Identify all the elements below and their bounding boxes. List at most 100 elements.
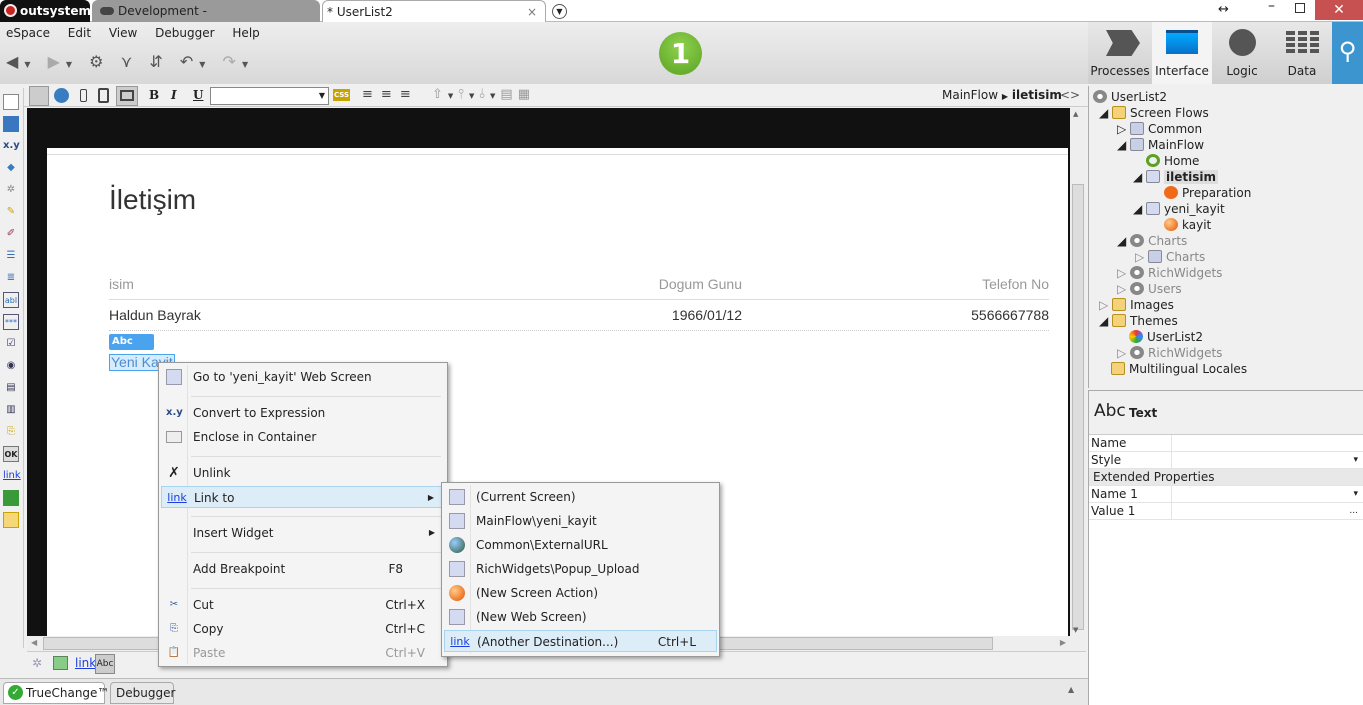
menu-item-copy[interactable]: ⎘ Copy Ctrl+C [161,618,445,640]
tree-node[interactable]: ◢ Screen Flows [1099,105,1209,121]
tree-node[interactable]: UserList2 [1129,329,1203,345]
list-records-widget-icon[interactable]: ☰ [3,248,19,264]
menu-item-add-breakpoint[interactable]: Add Breakpoint F8 [161,558,445,580]
back-dropdown-icon[interactable]: ▼ [24,60,36,69]
table-records-widget-icon[interactable] [3,116,19,132]
css-button[interactable]: CSS [333,89,350,101]
menu-item-enclose-in-container[interactable]: Enclose in Container [161,426,445,448]
menu-item-convert-to-expression[interactable]: x.y Convert to Expression [161,402,445,424]
submenu-item[interactable]: (New Screen Action) [444,582,717,604]
input-widget-icon[interactable]: abl [3,292,19,308]
tab-logic[interactable]: Logic [1212,22,1272,84]
property-row[interactable]: Name [1089,435,1363,452]
tree-node[interactable]: ▷ Users [1117,281,1182,297]
comment-widget-icon[interactable] [3,512,19,528]
container-widget-icon[interactable] [3,94,19,110]
minimize-button[interactable]: – [1268,0,1275,14]
table-icon[interactable]: ▦ [518,87,535,102]
tab-truechange[interactable]: ✓ TrueChange™ [3,682,109,704]
menu-item-unlink[interactable]: ✗ Unlink [161,462,445,484]
resize-icon[interactable]: ↔ [1218,2,1229,17]
tab-development[interactable]: Development - boa.outsystemscl... [92,0,320,40]
tab-userlist2[interactable]: * UserList2 × [322,0,546,22]
bold-button[interactable]: B [149,88,159,102]
combo-widget-icon[interactable]: ▤ [3,380,19,396]
tab-processes[interactable]: Processes [1090,22,1150,84]
brand-tab[interactable]: outsystems [0,0,98,22]
move-up-icon[interactable]: ⇧ [432,87,448,102]
submenu-item[interactable]: Common\ExternalURL [444,534,717,556]
menu-edit[interactable]: Edit [68,26,91,40]
input-password-widget-icon[interactable]: *** [3,314,19,330]
property-row[interactable]: Style ▾ [1089,452,1363,469]
menu-help[interactable]: Help [232,26,259,40]
merge-icon[interactable]: ⋎ [121,52,139,71]
italic-button[interactable]: I [171,88,177,102]
button-widget-icon[interactable]: OK [3,446,19,462]
merge-cells-icon[interactable]: ▤ [500,87,517,102]
submenu-item[interactable]: (New Web Screen) [444,606,717,628]
brush-widget-icon[interactable]: ✐ [3,226,19,242]
preview-globe-icon[interactable] [54,88,69,103]
menu-item-insert-widget[interactable]: Insert Widget ▶ [161,522,445,544]
tree-node[interactable]: ▷ Charts [1135,249,1205,265]
checkbox-widget-icon[interactable]: ☑ [3,336,19,352]
redo-dropdown-icon[interactable]: ▼ [242,60,254,69]
tree-node[interactable]: ◢ Themes [1099,313,1178,329]
undo-icon[interactable]: ↶ [180,52,199,71]
tree-node-selected[interactable]: ◢ iletisim [1133,169,1219,185]
submenu-item[interactable]: (Current Screen) [444,486,717,508]
redo-icon[interactable]: ↷ [223,52,242,71]
expression-widget-icon[interactable]: x.y [3,138,20,154]
breadcrumb-flow[interactable]: MainFlow [942,88,998,102]
tab-list-chevron-icon[interactable]: ▼ [552,4,567,19]
tree-node[interactable]: ▷ RichWidgets [1117,345,1222,361]
insert-column-icon[interactable]: ⫯ [458,87,469,102]
tree-node[interactable]: ▷ RichWidgets [1117,265,1222,281]
close-window-button[interactable]: ✕ [1315,0,1363,20]
tab-data[interactable]: Data [1272,22,1332,84]
insert-row-icon[interactable]: ⫰ [479,87,490,102]
link-widget-icon[interactable]: link [3,468,21,484]
tab-interface[interactable]: Interface [1152,22,1212,84]
maximize-button[interactable] [1295,3,1305,13]
tree-node[interactable]: UserList2 [1093,89,1167,105]
web-screen-icon[interactable]: ✲ [32,656,42,670]
collapse-panel-icon[interactable]: ▲ [1068,685,1074,694]
form-icon[interactable] [53,656,68,670]
desktop-icon[interactable] [116,86,138,106]
submenu-item[interactable]: MainFlow\yeni_kayit [444,510,717,532]
menu-item-cut[interactable]: ✂ Cut Ctrl+X [161,594,445,616]
step-badge[interactable]: 1 [659,32,702,75]
tree-node[interactable]: ◢ Charts [1117,233,1187,249]
align-center-icon[interactable]: ≡ [381,87,400,102]
tree-node[interactable]: ◢ MainFlow [1117,137,1204,153]
database-widget-icon[interactable]: ≣ [3,270,19,286]
menu-view[interactable]: View [109,26,137,40]
tab-debugger[interactable]: Debugger [110,682,175,704]
breadcrumb-screen[interactable]: iletisim [1012,88,1062,102]
search-button[interactable]: ⚲ [1332,22,1363,84]
menu-item-go-to-screen[interactable]: Go to 'yeni_kayit' Web Screen [161,366,445,388]
undo-dropdown-icon[interactable]: ▼ [199,60,211,69]
select-tool-icon[interactable] [29,86,49,106]
close-tab-icon[interactable]: × [527,1,537,23]
gear-icon[interactable]: ⚙ [89,52,109,71]
publish-icon[interactable]: ⇵ [149,52,168,71]
if-widget-icon[interactable]: ◆ [3,160,19,176]
forward-dropdown-icon[interactable]: ▼ [66,60,78,69]
forward-icon[interactable]: ▶ [48,52,66,71]
property-row[interactable]: Value 1... [1089,503,1363,520]
tree-node[interactable]: Home [1146,153,1199,169]
image-widget-icon[interactable] [3,490,19,506]
align-right-icon[interactable]: ≡ [400,87,419,102]
list-box-widget-icon[interactable]: ▥ [3,402,19,418]
pencil-widget-icon[interactable]: ✎ [3,204,19,220]
tablet-icon[interactable] [98,88,109,103]
menu-debugger[interactable]: Debugger [155,26,214,40]
phone-icon[interactable] [80,89,87,102]
text-breadcrumb[interactable]: Abc [95,654,115,674]
underline-button[interactable]: U [193,88,203,102]
tree-node[interactable]: Preparation [1164,185,1251,201]
menu-espace[interactable]: eSpace [6,26,50,40]
